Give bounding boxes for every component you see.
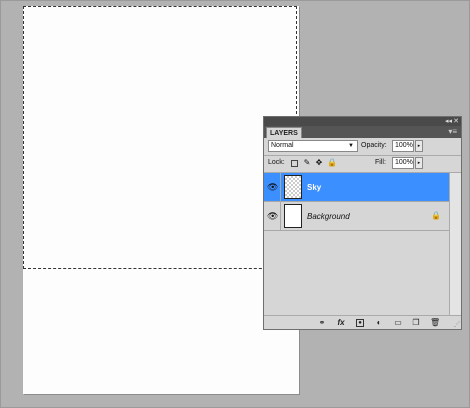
divider: [280, 202, 281, 230]
new-layer-icon[interactable]: ❐: [411, 318, 421, 328]
fill-slider-button[interactable]: ▸: [415, 157, 423, 169]
layers-scrollbar[interactable]: [449, 173, 461, 316]
divider: [280, 173, 281, 201]
lock-image-brush-icon[interactable]: ✎: [303, 159, 311, 167]
blend-mode-value: Normal: [271, 142, 294, 149]
tab-layers[interactable]: LAYERS: [266, 127, 302, 138]
collapse-icon[interactable]: ◂◂: [445, 117, 452, 126]
layers-list: 👁 Sky 👁 Background 🔒: [264, 173, 449, 316]
fx-icon[interactable]: fx: [336, 318, 346, 328]
panel-tabbar: LAYERS ▾≡: [264, 126, 461, 138]
blend-mode-select[interactable]: Normal ▼: [268, 140, 358, 152]
lock-label: Lock:: [268, 159, 285, 166]
panel-menu-icon[interactable]: ▾≡: [448, 127, 457, 137]
opacity-label: Opacity:: [361, 142, 387, 149]
chevron-down-icon: ▼: [348, 143, 354, 149]
link-layers-icon[interactable]: ⚭: [317, 318, 327, 328]
fill-label: Fill:: [375, 159, 386, 166]
eye-icon[interactable]: 👁: [267, 211, 278, 221]
lock-position-move-icon[interactable]: ✥: [315, 159, 323, 167]
layer-thumbnail: [284, 175, 302, 199]
opacity-slider-button[interactable]: ▸: [415, 140, 423, 152]
close-icon[interactable]: ✕: [453, 117, 459, 126]
new-group-icon[interactable]: ▭: [393, 318, 403, 328]
layer-row-sky[interactable]: 👁 Sky: [264, 173, 449, 202]
divider: [264, 155, 461, 156]
layer-name[interactable]: Sky: [307, 182, 321, 193]
lock-icon: 🔒: [431, 211, 441, 220]
blend-row: Normal ▼ Opacity: 100% ▸: [264, 140, 461, 154]
layer-thumbnail: [284, 204, 302, 228]
eye-icon[interactable]: 👁: [267, 182, 278, 192]
lock-transparency-icon[interactable]: [291, 160, 298, 167]
document-canvas[interactable]: [23, 6, 299, 394]
adjustment-layer-icon[interactable]: ◐: [374, 318, 384, 328]
lock-row: Lock: ✎ ✥ 🔒 Fill: 100% ▸: [264, 157, 461, 171]
add-mask-icon[interactable]: ●: [356, 319, 364, 327]
lock-all-icon[interactable]: 🔒: [327, 159, 337, 167]
panel-titlebar[interactable]: ◂◂ ✕: [264, 117, 461, 126]
opacity-input[interactable]: 100%: [392, 140, 414, 152]
layers-panel: ◂◂ ✕ LAYERS ▾≡ Normal ▼ Opacity: 100% ▸ …: [263, 116, 462, 330]
trash-icon[interactable]: 🗑: [430, 318, 440, 328]
layer-name[interactable]: Background: [307, 211, 350, 222]
panel-bottom-toolbar: ⚭ fx ● ◐ ▭ ❐ 🗑 ⋰: [264, 315, 461, 329]
fill-input[interactable]: 100%: [392, 157, 414, 169]
resize-grip-icon[interactable]: ⋰: [454, 321, 460, 328]
layer-row-background[interactable]: 👁 Background 🔒: [264, 202, 449, 231]
marquee-selection: [23, 6, 297, 269]
